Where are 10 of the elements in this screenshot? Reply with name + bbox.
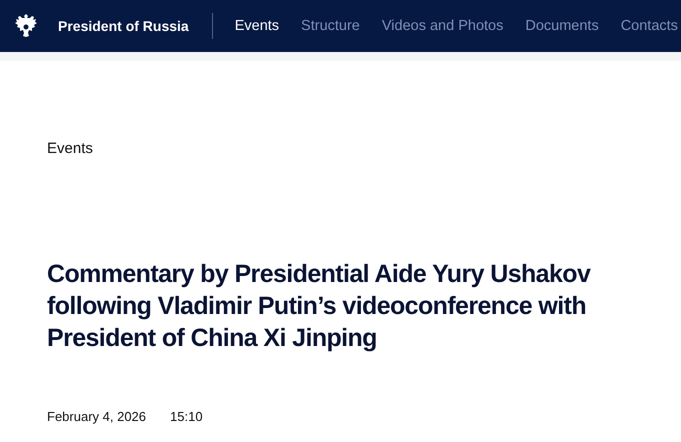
- section-label[interactable]: Events: [47, 140, 681, 157]
- nav-link[interactable]: Structure: [301, 18, 360, 34]
- article-title: Commentary by Presidential Aide Yury Ushakov following Vladimir Putin’s videoconference with President of China Xi Jinping: [47, 259, 592, 354]
- nav-link[interactable]: Contacts: [620, 18, 678, 34]
- nav-link[interactable]: Documents: [525, 18, 599, 34]
- nav-link[interactable]: Videos and Photos: [382, 18, 504, 34]
- article-date: February 4, 2026: [47, 409, 146, 424]
- article-time: 15:10: [170, 409, 203, 424]
- site-title[interactable]: President of Russia: [58, 18, 189, 34]
- nav-link[interactable]: Events: [234, 18, 280, 34]
